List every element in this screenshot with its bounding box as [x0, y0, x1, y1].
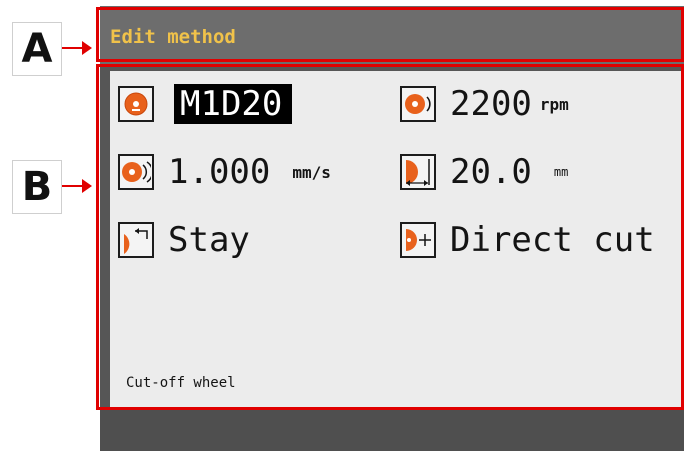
callout-b-label: B: [12, 160, 62, 214]
callout-a-arrow: [62, 41, 92, 55]
bottom-bar: [100, 407, 684, 451]
callout-a-label: A: [12, 22, 62, 76]
callout-b-arrow: [62, 179, 92, 193]
annotation-frame-a: [96, 7, 684, 62]
annotation-frame-b: [96, 64, 684, 410]
